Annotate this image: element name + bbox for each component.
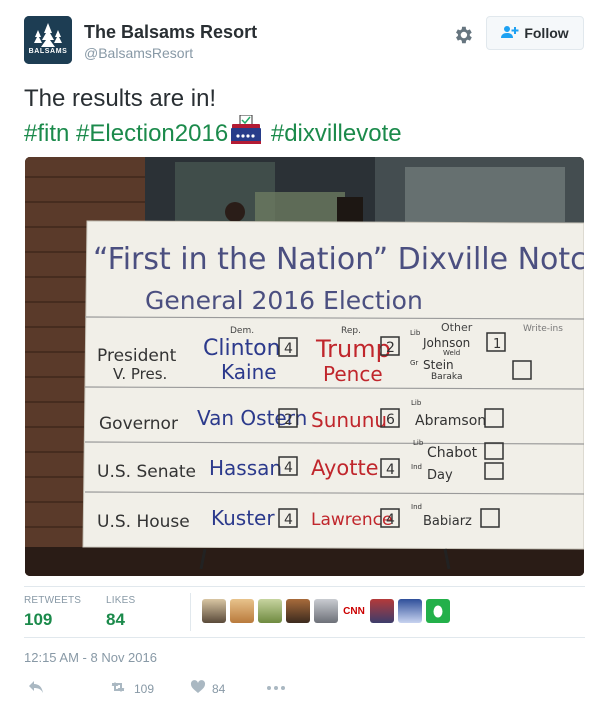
candidate-hassan: Hassan bbox=[209, 456, 282, 480]
candidate-chabot: Chabot bbox=[427, 445, 478, 461]
liker-avatars: CNN bbox=[202, 599, 450, 623]
more-icon bbox=[266, 680, 286, 694]
party-lib: Lib bbox=[410, 329, 421, 337]
party-lib-senate: Lib bbox=[413, 439, 424, 447]
liker-avatar[interactable] bbox=[230, 599, 254, 623]
account-name[interactable]: The Balsams Resort bbox=[84, 22, 257, 43]
candidate-clinton: Clinton bbox=[203, 336, 281, 361]
votes-trump: 2 bbox=[386, 340, 395, 356]
votes-kuster: 4 bbox=[284, 512, 293, 528]
tweet-photo[interactable]: “First in the Nation” Dixville Notch, NH… bbox=[25, 157, 584, 576]
party-ind-house: Ind bbox=[411, 503, 422, 511]
retweet-count: 109 bbox=[134, 681, 155, 696]
heart-icon bbox=[190, 680, 206, 697]
office-vice-president: V. Pres. bbox=[113, 365, 167, 383]
candidate-kaine: Kaine bbox=[221, 360, 277, 384]
candidate-trump: Trump bbox=[315, 335, 391, 363]
liker-avatar[interactable] bbox=[370, 599, 394, 623]
party-lib-gov: Lib bbox=[411, 399, 422, 407]
office-president: President bbox=[97, 346, 177, 366]
tweet-text: The results are in! #fitn #Election2016 … bbox=[24, 82, 585, 154]
tweet-hashtags: #fitn #Election2016 #dixvillevote bbox=[24, 114, 585, 154]
header-writein: Write-ins bbox=[523, 324, 563, 334]
more-button[interactable] bbox=[266, 680, 286, 694]
retweets-label: RETWEETS bbox=[24, 595, 82, 606]
candidate-ayotte: Ayotte bbox=[311, 456, 379, 480]
votes-lawrence: 4 bbox=[386, 512, 395, 528]
header-other: Other bbox=[441, 321, 473, 334]
party-gr: Gr bbox=[410, 359, 418, 367]
likes-stat[interactable]: LIKES 84 bbox=[106, 595, 135, 630]
hashtag-fitn[interactable]: #fitn bbox=[24, 120, 69, 147]
votes-johnson: 1 bbox=[493, 337, 501, 352]
candidate-johnson: Johnson bbox=[422, 336, 470, 350]
votes-clinton: 4 bbox=[284, 341, 293, 357]
liker-avatar[interactable] bbox=[202, 599, 226, 623]
candidate-babiarz: Babiarz bbox=[423, 514, 472, 529]
office-senate: U.S. Senate bbox=[97, 462, 196, 482]
liker-avatar[interactable] bbox=[426, 599, 450, 623]
ballot-box-icon bbox=[230, 114, 262, 154]
tweet-stats: RETWEETS 109 LIKES 84 CNN bbox=[24, 586, 585, 638]
tweet-actions: 109 84 bbox=[24, 680, 585, 700]
votes-sununu: 6 bbox=[386, 412, 395, 428]
tweet-timestamp[interactable]: 12:15 AM - 8 Nov 2016 bbox=[24, 650, 157, 665]
candidate-lawrence: Lawrence bbox=[311, 510, 392, 530]
party-ind-senate: Ind bbox=[411, 463, 422, 471]
liker-avatar[interactable] bbox=[258, 599, 282, 623]
votes-ayotte: 4 bbox=[386, 462, 395, 478]
header-dem: Dem. bbox=[230, 326, 254, 336]
liker-avatar[interactable] bbox=[286, 599, 310, 623]
avatar-text: BALSAMS bbox=[28, 48, 68, 55]
votes-hassan: 4 bbox=[284, 460, 293, 476]
likes-label: LIKES bbox=[106, 595, 136, 606]
reply-button[interactable] bbox=[28, 680, 44, 697]
retweets-stat[interactable]: RETWEETS 109 bbox=[24, 595, 81, 630]
board-title-line1: “First in the Nation” Dixville Notch, NH bbox=[93, 242, 584, 277]
candidate-baraka: Baraka bbox=[431, 372, 462, 382]
votes-van-ostern: 2 bbox=[284, 412, 293, 428]
gear-icon[interactable] bbox=[452, 24, 474, 46]
hashtag-election2016[interactable]: #Election2016 bbox=[76, 120, 228, 147]
stats-divider bbox=[190, 593, 191, 631]
retweet-button[interactable]: 109 bbox=[108, 680, 154, 697]
retweet-icon bbox=[108, 680, 128, 697]
candidate-abramson: Abramson bbox=[415, 413, 486, 429]
account-handle[interactable]: @BalsamsResort bbox=[84, 45, 193, 61]
like-count: 84 bbox=[212, 681, 226, 696]
liker-avatar[interactable] bbox=[398, 599, 422, 623]
office-governor: Governor bbox=[99, 414, 178, 434]
candidate-pence: Pence bbox=[323, 362, 383, 386]
tweet-header: BALSAMS The Balsams Resort @BalsamsResor… bbox=[24, 16, 585, 66]
like-button[interactable]: 84 bbox=[190, 680, 225, 697]
candidate-sununu: Sununu bbox=[311, 408, 387, 432]
candidate-day: Day bbox=[427, 468, 453, 483]
follow-label: Follow bbox=[524, 25, 569, 41]
candidate-stein: Stein bbox=[423, 358, 454, 372]
cnn-logo[interactable]: CNN bbox=[342, 599, 366, 623]
candidate-weld: Weld bbox=[443, 349, 460, 357]
liker-avatar[interactable] bbox=[314, 599, 338, 623]
add-user-icon bbox=[501, 25, 519, 42]
retweets-count: 109 bbox=[24, 610, 53, 629]
reply-icon bbox=[28, 680, 44, 697]
candidate-kuster: Kuster bbox=[211, 506, 275, 530]
likes-count: 84 bbox=[106, 610, 125, 629]
board-title-line2: General 2016 Election bbox=[145, 286, 423, 315]
hashtag-dixvillevote[interactable]: #dixvillevote bbox=[271, 120, 402, 147]
office-house: U.S. House bbox=[97, 512, 190, 532]
tweet-line: The results are in! bbox=[24, 85, 217, 112]
follow-button[interactable]: Follow bbox=[486, 16, 584, 50]
account-avatar[interactable]: BALSAMS bbox=[24, 16, 72, 64]
